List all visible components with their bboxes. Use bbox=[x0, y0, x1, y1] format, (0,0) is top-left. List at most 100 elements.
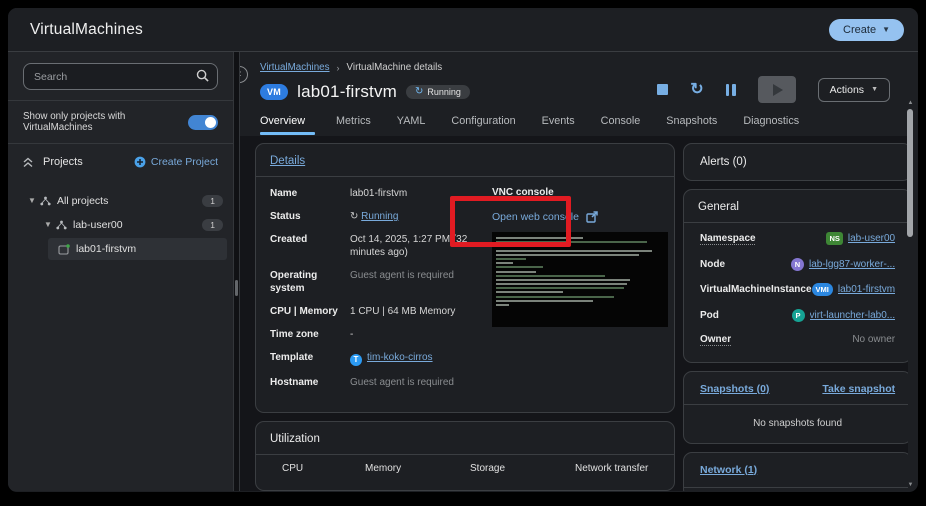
tree-item-label: lab-user00 bbox=[73, 218, 123, 231]
caret-down-icon[interactable]: ▼ bbox=[26, 196, 38, 205]
main-scrollbar[interactable]: ▲ ▼ bbox=[906, 100, 915, 488]
vm-running-icon bbox=[58, 243, 70, 255]
details-heading: Details bbox=[256, 144, 674, 176]
sidebar-resizer[interactable] bbox=[233, 52, 240, 491]
projects-title: Projects bbox=[43, 156, 83, 168]
general-row-namespace: Namespace NS lab-user00 bbox=[700, 232, 896, 245]
overview-content: Details Name lab01-firstvm Status ↻ Runn… bbox=[240, 136, 908, 491]
open-web-console-link[interactable]: Open web console bbox=[492, 211, 668, 223]
detail-row-name: Name lab01-firstvm bbox=[270, 188, 408, 199]
search-input[interactable] bbox=[23, 63, 218, 90]
detail-row-hostname: Hostname Guest agent is required bbox=[270, 376, 454, 388]
create-button-label: Create bbox=[843, 23, 877, 36]
open-web-console-label: Open web console bbox=[492, 211, 579, 223]
projects-sidebar: Show only projects with VirtualMachines … bbox=[8, 52, 233, 491]
play-button-disabled[interactable] bbox=[757, 76, 796, 103]
create-project-link[interactable]: Create Project bbox=[134, 156, 218, 168]
tab-configuration[interactable]: Configuration bbox=[438, 115, 528, 135]
snapshots-heading-link[interactable]: Snapshots (0) bbox=[700, 383, 769, 395]
tree-item-lab-user00[interactable]: ▼ lab-user00 1 bbox=[8, 214, 233, 235]
alerts-card: Alerts (0) bbox=[683, 143, 908, 181]
create-button[interactable]: Create ▼ bbox=[829, 18, 904, 41]
chevron-down-icon: ▼ bbox=[882, 25, 890, 34]
vm-status-badge: ↻ Running bbox=[406, 85, 470, 99]
general-heading: General bbox=[698, 201, 739, 213]
utilization-heading: Utilization bbox=[270, 433, 320, 446]
utilization-col-storage: Storage bbox=[470, 463, 506, 475]
page-background: VirtualMachines Create ▼ Show on bbox=[0, 0, 926, 506]
restart-button[interactable]: ↻ bbox=[690, 81, 703, 97]
vm-filter-toggle[interactable] bbox=[188, 114, 218, 130]
collapse-all-icon[interactable] bbox=[23, 157, 33, 168]
filter-row: Show only projects with VirtualMachines bbox=[8, 101, 233, 144]
vm-details-header: VirtualMachines › VirtualMachine details… bbox=[240, 52, 918, 135]
tab-overview[interactable]: Overview bbox=[260, 115, 323, 135]
vnc-console-thumbnail[interactable] bbox=[492, 232, 668, 327]
template-badge: T bbox=[350, 353, 362, 366]
app-window: VirtualMachines Create ▼ Show on bbox=[8, 8, 918, 492]
tab-yaml[interactable]: YAML bbox=[384, 115, 439, 135]
toggle-knob bbox=[205, 116, 216, 128]
general-row-node: Node N lab-lgg87-worker-... bbox=[700, 257, 896, 271]
vnc-console-section: VNC console Open web console bbox=[474, 187, 668, 399]
status-running-link[interactable]: Running bbox=[361, 211, 398, 222]
snapshots-empty-text: No snapshots found bbox=[753, 417, 843, 429]
pause-button[interactable] bbox=[725, 83, 736, 96]
node-link[interactable]: lab-lgg87-worker-... bbox=[809, 259, 895, 270]
scroll-up-icon[interactable]: ▲ bbox=[907, 100, 914, 106]
sync-icon: ↻ bbox=[350, 211, 359, 222]
alerts-heading[interactable]: Alerts (0) bbox=[684, 144, 908, 180]
detail-row-cpu-memory: CPU | Memory 1 CPU | 64 MB Memory bbox=[270, 306, 456, 317]
vm-kind-badge: VM bbox=[260, 84, 289, 100]
actions-label: Actions bbox=[829, 83, 865, 96]
breadcrumb: VirtualMachines › VirtualMachine details bbox=[260, 62, 898, 73]
details-heading-link[interactable]: Details bbox=[270, 155, 305, 167]
tree-item-label: lab01-firstvm bbox=[76, 243, 137, 255]
sync-icon: ↻ bbox=[415, 86, 424, 97]
project-icon bbox=[56, 220, 67, 230]
chevron-down-icon: ▼ bbox=[871, 86, 878, 93]
scroll-down-icon[interactable]: ▼ bbox=[907, 482, 914, 488]
breadcrumb-virtualmachines-link[interactable]: VirtualMachines bbox=[260, 62, 330, 73]
detail-row-template: Template Ttim-koko-cirros bbox=[270, 352, 433, 366]
scrollbar-thumb[interactable] bbox=[907, 109, 913, 237]
tab-events[interactable]: Events bbox=[529, 115, 588, 135]
breadcrumb-separator-icon: › bbox=[336, 62, 340, 73]
details-card: Details Name lab01-firstvm Status ↻ Runn… bbox=[255, 143, 675, 414]
projects-tree: ▼ All projects 1 ▼ lab-user00 1 lab01-fi… bbox=[8, 190, 233, 260]
actions-dropdown[interactable]: Actions ▼ bbox=[817, 77, 890, 102]
tree-item-lab01-firstvm[interactable]: lab01-firstvm bbox=[48, 238, 227, 260]
masthead: VirtualMachines Create ▼ bbox=[8, 8, 918, 52]
vm-status-label: Running bbox=[427, 87, 461, 97]
pod-link[interactable]: virt-launcher-lab0... bbox=[810, 310, 896, 321]
vm-count-badge: 1 bbox=[202, 194, 223, 207]
tab-console[interactable]: Console bbox=[588, 115, 654, 135]
general-card: General Namespace NS lab-user00 Node N l… bbox=[683, 189, 908, 363]
tree-item-all-projects[interactable]: ▼ All projects 1 bbox=[8, 190, 233, 211]
resizer-handle[interactable] bbox=[235, 280, 238, 296]
template-link[interactable]: tim-koko-cirros bbox=[367, 352, 433, 363]
take-snapshot-link[interactable]: Take snapshot bbox=[822, 383, 895, 395]
play-icon bbox=[772, 83, 783, 96]
stop-button[interactable] bbox=[657, 84, 669, 95]
tab-diagnostics[interactable]: Diagnostics bbox=[730, 115, 812, 135]
general-row-pod: Pod P virt-launcher-lab0... bbox=[700, 308, 896, 322]
external-link-icon bbox=[586, 211, 598, 223]
node-badge: N bbox=[790, 257, 804, 271]
namespace-badge: NS bbox=[826, 232, 843, 245]
page-title: VirtualMachines bbox=[30, 20, 143, 38]
vmi-link[interactable]: lab01-firstvm bbox=[838, 284, 895, 295]
caret-down-icon[interactable]: ▼ bbox=[42, 220, 54, 229]
detail-row-os: Operating system Guest agent is required bbox=[270, 270, 454, 294]
network-heading-link[interactable]: Network (1) bbox=[700, 464, 757, 476]
owner-value: No owner bbox=[852, 334, 896, 345]
plus-circle-icon bbox=[134, 156, 146, 168]
create-project-label: Create Project bbox=[150, 156, 218, 168]
search-icon[interactable] bbox=[196, 69, 209, 82]
main-panel: ‹ VirtualMachines › VirtualMachine detai… bbox=[240, 52, 918, 491]
tree-item-label: All projects bbox=[57, 194, 109, 207]
tab-metrics[interactable]: Metrics bbox=[323, 115, 384, 135]
namespace-link[interactable]: lab-user00 bbox=[848, 233, 895, 244]
tab-snapshots[interactable]: Snapshots bbox=[653, 115, 730, 135]
filter-label: Show only projects with VirtualMachines bbox=[23, 111, 126, 133]
